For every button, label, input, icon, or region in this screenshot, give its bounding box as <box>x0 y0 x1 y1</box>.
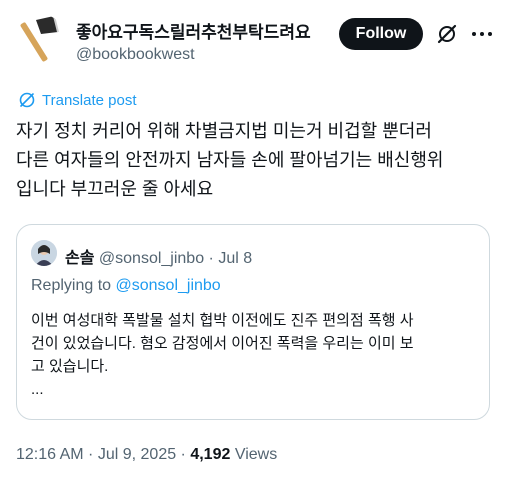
quoted-tweet-card[interactable]: 손솔 @sonsol_jinbo · Jul 8 Replying to @so… <box>16 224 490 420</box>
quoted-ellipsis: ... <box>31 381 44 398</box>
quoted-handle[interactable]: @sonsol_jinbo <box>99 250 204 267</box>
avatar[interactable] <box>14 14 66 66</box>
quoted-line: 건이 있었습니다. 혐오 감정에서 이어진 폭력을 우리는 이미 보 <box>31 335 414 352</box>
post-time[interactable]: 12:16 AM <box>16 446 84 463</box>
replying-to: Replying to @sonsol_jinbo <box>31 277 221 295</box>
person-avatar-icon <box>31 240 57 266</box>
tweet-line: 자기 정치 커리어 위해 차별금지법 미는거 비겁할 뿐더러 <box>16 121 432 141</box>
axe-icon <box>20 15 59 62</box>
quoted-text: 이번 여성대학 폭발물 설치 협박 이전에도 진주 편의점 폭행 사 건이 있었… <box>31 309 481 401</box>
tweet-line: 입니다 부끄러운 줄 아세요 <box>16 179 214 199</box>
author-handle[interactable]: @bookbookwest <box>76 46 195 64</box>
quoted-line: 이번 여성대학 폭발물 설치 협박 이전에도 진주 편의점 폭행 사 <box>31 312 414 329</box>
tweet-text: 자기 정치 커리어 위해 차별금지법 미는거 비겁할 뿐더러 다른 여자들의 안… <box>16 117 504 204</box>
more-dots-icon[interactable] <box>470 23 494 45</box>
replying-prefix: Replying to <box>31 277 116 294</box>
quoted-header: 손솔 @sonsol_jinbo · Jul 8 <box>65 244 252 268</box>
quoted-avatar[interactable] <box>31 240 57 266</box>
views-count: 4,192 <box>190 446 231 463</box>
post-meta: 12:16 AM · Jul 9, 2025 · 4,192 Views <box>16 446 277 464</box>
replying-handle-link[interactable]: @sonsol_jinbo <box>116 277 221 294</box>
grok-slash-icon[interactable] <box>436 23 458 45</box>
globe-icon <box>19 92 35 108</box>
quoted-name[interactable]: 손솔 <box>65 250 94 267</box>
quoted-line: 고 있습니다. <box>31 358 109 375</box>
follow-button[interactable]: Follow <box>339 18 423 50</box>
separator: · <box>83 446 98 463</box>
separator: · <box>204 250 219 267</box>
tweet-line: 다른 여자들의 안전까지 남자들 손에 팔아넘기는 배신행위 <box>16 150 444 170</box>
translate-post-link[interactable]: Translate post <box>18 91 137 109</box>
views-label: Views <box>230 446 278 463</box>
display-name[interactable]: 좋아요구독스릴러추천부탁드려요 <box>76 18 311 43</box>
translate-label: Translate post <box>42 91 137 109</box>
quoted-date[interactable]: Jul 8 <box>218 250 252 267</box>
post-date[interactable]: Jul 9, 2025 <box>98 446 176 463</box>
separator: · <box>176 446 191 463</box>
